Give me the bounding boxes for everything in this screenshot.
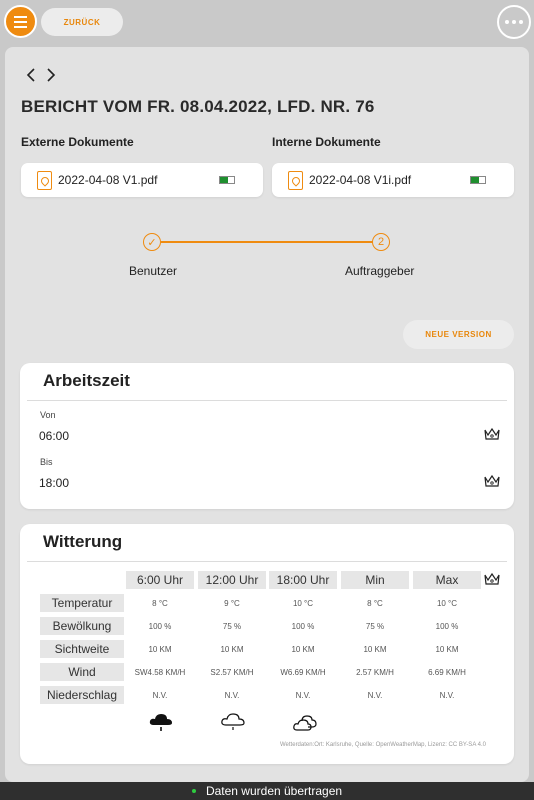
row-label: Temperatur xyxy=(40,594,124,612)
arbeitszeit-card: Arbeitszeit Von 06:00 Bis 18:00 xyxy=(20,363,514,509)
internal-document-card[interactable]: 2022-04-08 V1i.pdf xyxy=(272,163,514,197)
sync-status-icon xyxy=(470,176,486,184)
new-version-button[interactable]: NEUE VERSION xyxy=(403,320,514,349)
dot-icon xyxy=(505,20,509,24)
page-title: BERICHT VOM FR. 08.04.2022, LFD. NR. 76 xyxy=(21,97,375,116)
more-options-button[interactable] xyxy=(497,5,531,39)
from-label: Von xyxy=(40,410,56,420)
table-cell: 100 % xyxy=(291,621,315,631)
table-cell: 75 % xyxy=(222,621,242,631)
table-cell: N.V. xyxy=(439,690,455,700)
witterung-title: Witterung xyxy=(43,532,123,551)
table-cell: S2.57 KM/H xyxy=(210,667,254,677)
divider xyxy=(27,400,507,401)
row-label: Niederschlag xyxy=(40,686,124,704)
to-label: Bis xyxy=(40,457,53,467)
pdf-file-icon xyxy=(37,170,52,190)
table-cell: 100 % xyxy=(435,621,459,631)
previous-arrow-icon[interactable] xyxy=(24,67,38,83)
internal-documents-label: Interne Dokumente xyxy=(272,135,381,149)
internal-document-filename: 2022-04-08 V1i.pdf xyxy=(309,173,412,187)
next-arrow-icon[interactable] xyxy=(44,67,58,83)
row-label: Bewölkung xyxy=(40,617,124,635)
step-2-label: Auftraggeber xyxy=(345,264,415,278)
table-cell: 10 °C xyxy=(292,598,314,608)
divider xyxy=(27,561,507,562)
table-cell: W6.69 KM/H xyxy=(280,667,326,677)
table-cell: 75 % xyxy=(365,621,385,631)
external-document-card[interactable]: 2022-04-08 V1.pdf xyxy=(21,163,263,197)
column-header: 18:00 Uhr xyxy=(269,571,337,589)
step-2-indicator: 2 xyxy=(372,233,390,251)
clouds-icon xyxy=(293,715,317,731)
table-cell: N.V. xyxy=(367,690,383,700)
table-cell: 6.69 KM/H xyxy=(428,667,466,677)
external-document-filename: 2022-04-08 V1.pdf xyxy=(58,173,158,187)
crown-icon[interactable] xyxy=(484,572,500,586)
top-bar: ZURÜCK xyxy=(0,0,534,44)
table-cell: 10 KM xyxy=(435,644,459,654)
status-dot-icon xyxy=(191,789,196,793)
table-cell: N.V. xyxy=(152,690,168,700)
light-rain-cloud-icon xyxy=(221,713,245,730)
status-bar: Daten wurden übertragen xyxy=(0,782,534,800)
arbeitszeit-title: Arbeitszeit xyxy=(43,371,130,390)
table-cell: 8 °C xyxy=(367,598,383,608)
table-cell: 10 KM xyxy=(291,644,315,654)
row-label: Wind xyxy=(40,663,124,681)
table-cell: 9 °C xyxy=(224,598,240,608)
status-message: Daten wurden übertragen xyxy=(205,784,343,798)
column-header: Max xyxy=(413,571,481,589)
table-cell: 10 KM xyxy=(148,644,172,654)
rain-cloud-icon xyxy=(149,714,172,731)
from-time-field[interactable]: 06:00 xyxy=(39,429,69,443)
main-panel: BERICHT VOM FR. 08.04.2022, LFD. NR. 76 … xyxy=(5,47,529,782)
crown-icon[interactable] xyxy=(484,474,500,488)
hamburger-icon xyxy=(14,15,27,18)
column-header: Min xyxy=(341,571,409,589)
crown-icon[interactable] xyxy=(484,427,500,441)
menu-button[interactable] xyxy=(4,5,37,38)
pdf-file-icon xyxy=(288,170,303,190)
external-documents-label: Externe Dokumente xyxy=(21,135,134,149)
table-cell: 8 °C xyxy=(152,598,168,608)
step-1-check-icon: ✓ xyxy=(143,233,161,251)
table-cell: 10 KM xyxy=(220,644,244,654)
nav-arrows xyxy=(24,67,58,83)
sync-status-icon xyxy=(219,176,235,184)
table-cell: 10 °C xyxy=(436,598,458,608)
to-time-field[interactable]: 18:00 xyxy=(39,476,69,490)
table-cell: 10 KM xyxy=(363,644,387,654)
table-cell: 100 % xyxy=(148,621,172,631)
back-button[interactable]: ZURÜCK xyxy=(41,8,123,36)
table-cell: N.V. xyxy=(224,690,240,700)
stepper-line xyxy=(161,241,373,243)
witterung-card: Witterung 6:00 Uhr 12:00 Uhr 18:00 Uhr M… xyxy=(20,524,514,764)
table-cell: 2.57 KM/H xyxy=(356,667,394,677)
row-label: Sichtweite xyxy=(40,640,124,658)
table-cell: SW4.58 KM/H xyxy=(134,667,186,677)
column-header: 6:00 Uhr xyxy=(126,571,194,589)
step-1-label: Benutzer xyxy=(129,264,178,278)
weather-credit: Wetterdaten:Ort: Karlsruhe, Quelle: Open… xyxy=(280,742,486,748)
table-cell: N.V. xyxy=(295,690,311,700)
column-header: 12:00 Uhr xyxy=(198,571,266,589)
